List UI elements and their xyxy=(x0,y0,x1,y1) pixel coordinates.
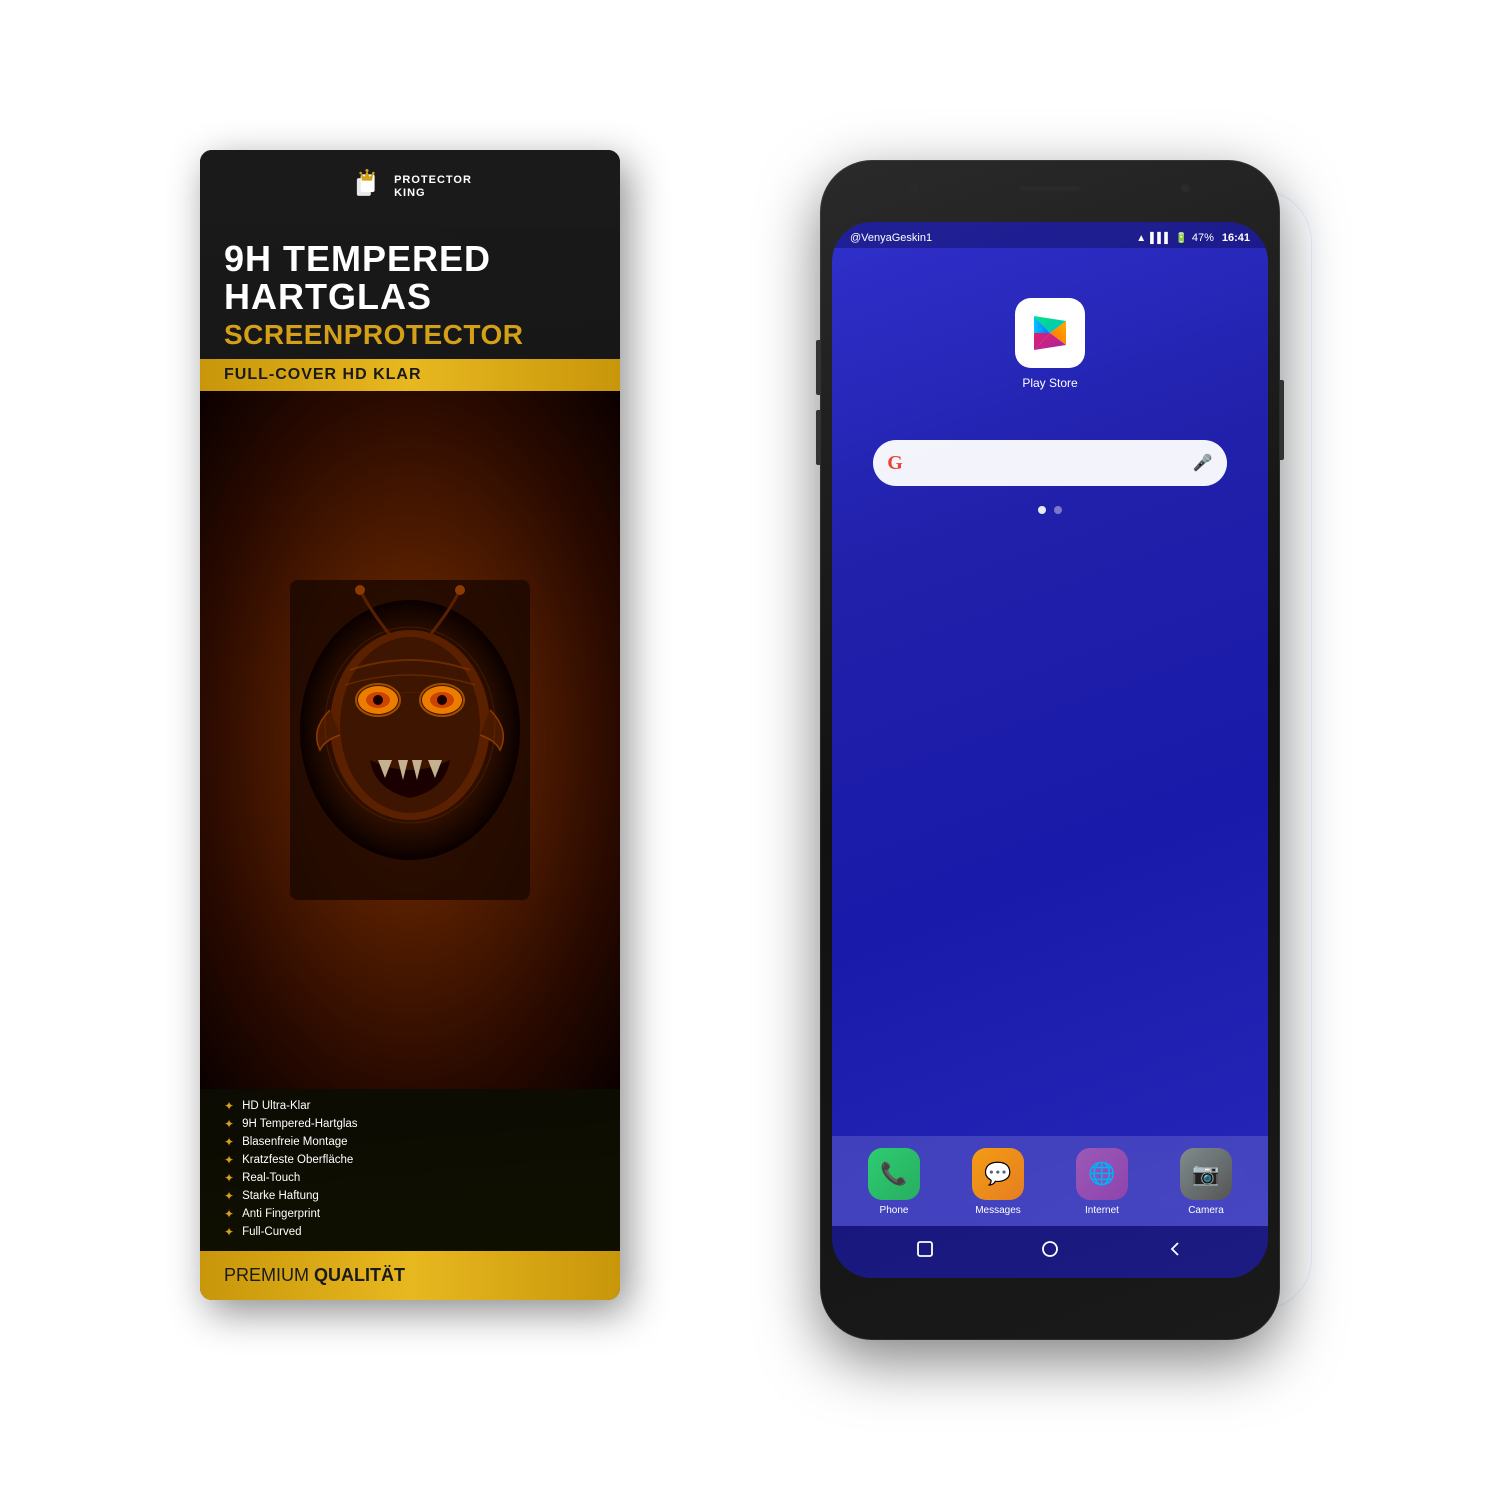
brand-icon xyxy=(348,168,386,206)
phone-screen: @VenyaGeskin1 ▲ ▌▌▌ 🔋 47% 16:41 xyxy=(832,222,1268,1278)
feature-item-8: ✦ Full-Curved xyxy=(224,1225,596,1239)
phone-app-icon[interactable]: 📞 xyxy=(868,1148,920,1200)
camera-app-icon[interactable]: 📷 xyxy=(1180,1148,1232,1200)
gold-banner-text: FULL-COVER HD KLAR xyxy=(224,366,596,384)
box-title-area: 9H TEMPERED HARTGLAS SCREENPROTECTOR xyxy=(200,226,620,349)
status-indicators: ▲ ▌▌▌ 🔋 47% 16:41 xyxy=(1136,232,1250,244)
microphone-icon[interactable]: 🎤 xyxy=(1193,453,1213,473)
play-store-icon[interactable] xyxy=(1015,298,1085,368)
product-box: PROTECTOR KING PROTECTOR KING xyxy=(200,150,620,1300)
status-bar: @VenyaGeskin1 ▲ ▌▌▌ 🔋 47% 16:41 xyxy=(832,222,1268,248)
volume-up-button[interactable] xyxy=(816,340,820,395)
phone-app-label: Phone xyxy=(880,1205,909,1216)
box-features: ✦ HD Ultra-Klar ✦ 9H Tempered-Hartglas ✦… xyxy=(200,1089,620,1251)
brand-logo: PROTECTOR KING xyxy=(348,168,472,206)
speaker-grille xyxy=(1020,186,1080,191)
feature-item-4: ✦ Kratzfeste Oberfläche xyxy=(224,1153,596,1167)
dock-app-internet[interactable]: 🌐 Internet xyxy=(1076,1148,1128,1216)
play-store-app[interactable]: Play Store xyxy=(1015,298,1085,390)
feature-item-6: ✦ Starke Haftung xyxy=(224,1189,596,1203)
dock-app-messages[interactable]: 💬 Messages xyxy=(972,1148,1024,1216)
messages-app-label: Messages xyxy=(975,1205,1021,1216)
power-button[interactable] xyxy=(1280,380,1284,460)
home-button[interactable] xyxy=(1035,1234,1065,1264)
dock-app-phone[interactable]: 📞 Phone xyxy=(868,1148,920,1216)
volume-down-button[interactable] xyxy=(816,410,820,465)
google-search-bar[interactable]: G 🎤 xyxy=(873,440,1227,486)
monster-bg xyxy=(200,391,620,1089)
box-title-line2: HARTGLAS xyxy=(224,278,596,316)
product-scene: PROTECTOR KING PROTECTOR KING xyxy=(200,100,1300,1400)
monster-illustration xyxy=(270,570,550,910)
app-dock: 📞 Phone 💬 Messages 🌐 Internet 📷 Camera xyxy=(832,1136,1268,1226)
battery-percent: 47% xyxy=(1192,232,1214,244)
box-image-area xyxy=(200,391,620,1089)
messages-app-icon[interactable]: 💬 xyxy=(972,1148,1024,1200)
feature-item-3: ✦ Blasenfreie Montage xyxy=(224,1135,596,1149)
page-dots xyxy=(1038,506,1062,514)
front-camera-right xyxy=(1181,184,1190,193)
internet-app-label: Internet xyxy=(1085,1205,1119,1216)
camera-app-label: Camera xyxy=(1188,1205,1224,1216)
dock-app-camera[interactable]: 📷 Camera xyxy=(1180,1148,1232,1216)
phone-wrapper: @VenyaGeskin1 ▲ ▌▌▌ 🔋 47% 16:41 xyxy=(820,160,1280,1340)
dot-2 xyxy=(1054,506,1062,514)
front-camera-left xyxy=(910,184,919,193)
premium-text: PREMIUM QUALITÄT xyxy=(224,1265,596,1286)
screen-content: Play Store G 🎤 xyxy=(832,248,1268,1136)
signal-icon: ▌▌▌ xyxy=(1150,233,1171,244)
box-title-line3: SCREENPROTECTOR xyxy=(224,320,596,349)
box-title-line1: 9H TEMPERED xyxy=(224,240,596,278)
recents-button[interactable] xyxy=(910,1234,940,1264)
feature-item-7: ✦ Anti Fingerprint xyxy=(224,1207,596,1221)
google-logo: G xyxy=(887,452,903,475)
feature-item-1: ✦ HD Ultra-Klar xyxy=(224,1099,596,1113)
back-button[interactable] xyxy=(1160,1234,1190,1264)
phone-body: @VenyaGeskin1 ▲ ▌▌▌ 🔋 47% 16:41 xyxy=(820,160,1280,1340)
navigation-bar xyxy=(832,1226,1268,1278)
play-store-label: Play Store xyxy=(1022,376,1077,390)
gold-banner: FULL-COVER HD KLAR xyxy=(200,359,620,391)
box-bottom: PREMIUM QUALITÄT xyxy=(200,1251,620,1300)
dot-1 xyxy=(1038,506,1046,514)
feature-item-5: ✦ Real-Touch xyxy=(224,1171,596,1185)
play-store-svg xyxy=(1028,311,1072,355)
brand-name-text: PROTECTOR KING xyxy=(394,174,472,200)
wifi-icon: ▲ xyxy=(1136,233,1146,244)
box-top: PROTECTOR KING xyxy=(200,150,620,226)
clock: 16:41 xyxy=(1222,232,1250,244)
feature-item-2: ✦ 9H Tempered-Hartglas xyxy=(224,1117,596,1131)
internet-app-icon[interactable]: 🌐 xyxy=(1076,1148,1128,1200)
status-username: @VenyaGeskin1 xyxy=(850,232,932,244)
battery-icon: 🔋 xyxy=(1175,233,1187,244)
